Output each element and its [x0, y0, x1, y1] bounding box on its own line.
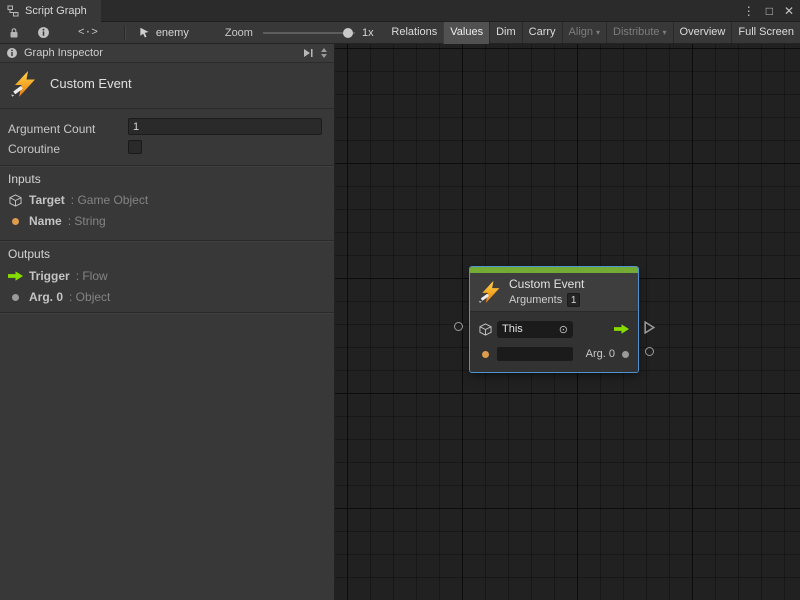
arguments-count-field[interactable]: 1 — [567, 293, 580, 307]
align-label: Align — [569, 26, 593, 38]
output-row-arg0: Arg. 0 : Object — [8, 290, 110, 304]
port-name: Name — [29, 214, 62, 228]
cursor-icon — [139, 27, 150, 38]
lock-icon[interactable] — [8, 27, 20, 39]
distribute-dropdown-button[interactable]: Distribute ▾ — [606, 22, 672, 44]
chevron-down-icon: ▾ — [596, 28, 600, 37]
graph-target-label[interactable]: enemy — [156, 27, 189, 39]
window-maximize-icon[interactable]: □ — [766, 4, 773, 18]
target-input-port[interactable] — [454, 322, 463, 331]
port-name: Arg. 0 — [29, 290, 63, 304]
tab-label: Script Graph — [25, 5, 87, 17]
section-divider — [0, 240, 334, 241]
port-type: : Flow — [76, 269, 108, 283]
string-port-dot[interactable] — [482, 351, 489, 358]
window-controls: ⋮ □ ✕ — [743, 0, 794, 22]
zoom-slider-handle[interactable] — [343, 28, 353, 38]
trigger-output-port[interactable] — [644, 321, 655, 334]
game-object-cube-icon — [9, 194, 22, 207]
window-titlebar: Script Graph ⋮ □ ✕ — [0, 0, 800, 22]
arg0-output-port[interactable] — [645, 347, 654, 356]
arg0-port-dot[interactable] — [622, 351, 629, 358]
dim-button[interactable]: Dim — [489, 22, 522, 44]
section-divider — [0, 165, 334, 166]
align-dropdown-button[interactable]: Align▾ — [562, 22, 606, 44]
values-button[interactable]: Values — [443, 22, 489, 44]
argument-count-label: Argument Count — [8, 122, 95, 136]
port-type: : Game Object — [71, 193, 148, 207]
target-object-dropdown[interactable]: This ⊙ — [497, 321, 573, 338]
output-row-trigger: Trigger : Flow — [8, 269, 108, 283]
info-icon — [6, 47, 18, 59]
coroutine-checkbox[interactable] — [128, 140, 142, 154]
toolbar-button-group: Relations Values Dim Carry Align▾ Distri… — [385, 22, 800, 44]
port-type: : Object — [69, 290, 110, 304]
zoom-label: Zoom — [225, 27, 253, 39]
tab-script-graph[interactable]: Script Graph — [0, 0, 101, 22]
target-port-row: This ⊙ — [479, 319, 629, 339]
overview-button[interactable]: Overview — [673, 22, 732, 44]
inspected-node-title: Custom Event — [50, 76, 132, 108]
graph-canvas[interactable]: Custom Event Arguments 1 This ⊙ — [335, 44, 800, 600]
graph-inspector-header: Graph Inspector — [0, 44, 334, 63]
object-port-dot — [12, 294, 19, 301]
zoom-slider-track[interactable] — [263, 32, 355, 34]
name-port-row: Arg. 0 — [479, 344, 629, 364]
outputs-section-title: Outputs — [8, 247, 50, 261]
window-close-icon[interactable]: ✕ — [784, 4, 794, 18]
graph-inspector-title: Graph Inspector — [24, 47, 103, 59]
toolbar-separator — [124, 26, 125, 40]
carry-button[interactable]: Carry — [522, 22, 562, 44]
custom-event-icon — [10, 70, 38, 98]
inputs-section-title: Inputs — [8, 172, 41, 186]
section-divider — [0, 312, 334, 313]
chevron-down-icon: ▾ — [663, 28, 667, 37]
custom-event-icon — [478, 280, 502, 304]
arguments-label: Arguments — [509, 294, 562, 306]
arg0-label: Arg. 0 — [586, 348, 615, 360]
input-row-target: Target : Game Object — [8, 193, 148, 207]
event-name-input[interactable] — [497, 347, 573, 361]
coroutine-label: Coroutine — [8, 142, 60, 156]
string-port-dot — [12, 218, 19, 225]
code-icon[interactable]: <·> — [78, 27, 98, 39]
flow-arrow-icon — [8, 271, 23, 281]
inspected-node-summary: Custom Event — [0, 63, 334, 109]
script-graph-icon — [7, 5, 19, 17]
graph-toolbar: <·> enemy Zoom 1x Relations Values Dim C… — [0, 22, 800, 44]
game-object-cube-icon — [479, 323, 492, 336]
custom-event-node[interactable]: Custom Event Arguments 1 This ⊙ — [470, 267, 638, 372]
node-body: This ⊙ Arg. 0 — [470, 311, 638, 372]
port-type: : String — [68, 214, 106, 228]
node-title: Custom Event — [509, 277, 584, 291]
argument-count-input[interactable] — [128, 118, 322, 135]
info-icon[interactable] — [37, 26, 50, 39]
target-value: This — [502, 323, 523, 335]
full-screen-button[interactable]: Full Screen — [731, 22, 800, 44]
distribute-label: Distribute — [613, 26, 659, 38]
graph-inspector-panel: Graph Inspector Custom Event Argument Co… — [0, 44, 335, 600]
port-name: Target — [29, 193, 65, 207]
zoom-value: 1x — [362, 27, 374, 39]
spinner-arrows-icon[interactable] — [320, 47, 328, 59]
trigger-flow-port-icon[interactable] — [614, 324, 629, 334]
window-menu-icon[interactable]: ⋮ — [743, 4, 755, 18]
relations-button[interactable]: Relations — [385, 22, 443, 44]
zoom-slider[interactable] — [263, 27, 355, 39]
dock-panel-icon[interactable] — [302, 48, 314, 58]
port-name: Trigger — [29, 269, 70, 283]
input-row-name: Name : String — [8, 214, 106, 228]
node-header[interactable]: Custom Event Arguments 1 — [470, 273, 638, 311]
object-picker-icon[interactable]: ⊙ — [559, 323, 568, 336]
